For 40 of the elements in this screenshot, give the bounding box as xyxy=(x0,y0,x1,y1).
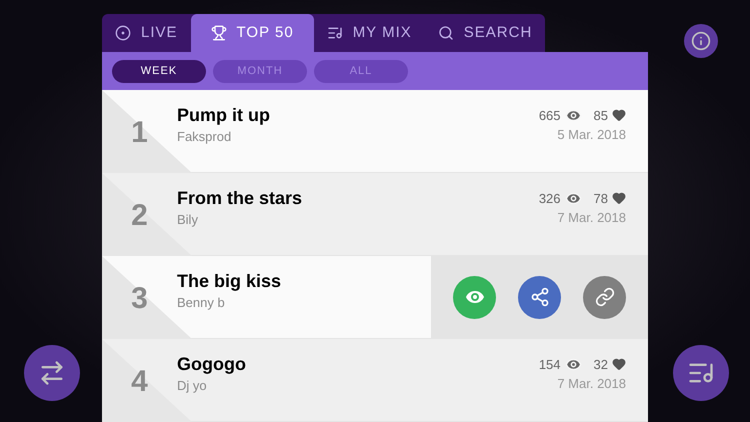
rank-number: 1 xyxy=(131,118,148,148)
view-button[interactable] xyxy=(453,276,496,318)
rank-number: 4 xyxy=(131,367,148,397)
date-text: 5 Mar. 2018 xyxy=(557,126,626,144)
radio-icon xyxy=(115,25,131,41)
search-icon xyxy=(438,25,454,41)
share-icon xyxy=(530,287,550,307)
view-count: 154 xyxy=(538,356,561,374)
tab[interactable]: MY MIX xyxy=(314,14,425,52)
artist-name: Benny b xyxy=(177,294,226,312)
tab[interactable]: LIVE xyxy=(102,14,191,52)
trophy-icon xyxy=(210,25,227,41)
info-icon xyxy=(691,31,711,51)
song-title: The big kiss xyxy=(177,270,282,294)
artist-name: Dj yo xyxy=(177,377,208,396)
rank-number: 3 xyxy=(131,284,148,314)
date-text: 7 Mar. 2018 xyxy=(557,375,626,393)
link-icon xyxy=(594,287,614,307)
share-button[interactable] xyxy=(518,276,561,318)
date-text: 7 Mar. 2018 xyxy=(557,209,626,227)
song-title: Gogogo xyxy=(177,353,246,376)
info-button[interactable] xyxy=(684,24,718,58)
heart-icon xyxy=(612,108,626,122)
view-count: 665 xyxy=(538,106,561,124)
tab[interactable]: SEARCH xyxy=(424,14,546,52)
artist-name: Faksprod xyxy=(177,128,232,146)
heart-icon xyxy=(612,357,626,372)
song-title: Pump it up xyxy=(177,104,270,128)
playlist-icon xyxy=(326,25,343,41)
like-count: 78 xyxy=(594,190,608,208)
song-title: From the stars xyxy=(177,187,302,210)
view-count: 326 xyxy=(538,190,561,208)
heart-icon xyxy=(612,191,626,206)
rank-number: 2 xyxy=(131,201,148,231)
tab[interactable]: TOP 50 xyxy=(190,14,314,52)
like-count: 32 xyxy=(594,356,608,374)
filter-pill[interactable]: WEEK xyxy=(112,60,206,82)
link-button[interactable] xyxy=(583,276,626,318)
artist-name: Bily xyxy=(177,211,199,230)
like-count: 85 xyxy=(594,106,608,124)
